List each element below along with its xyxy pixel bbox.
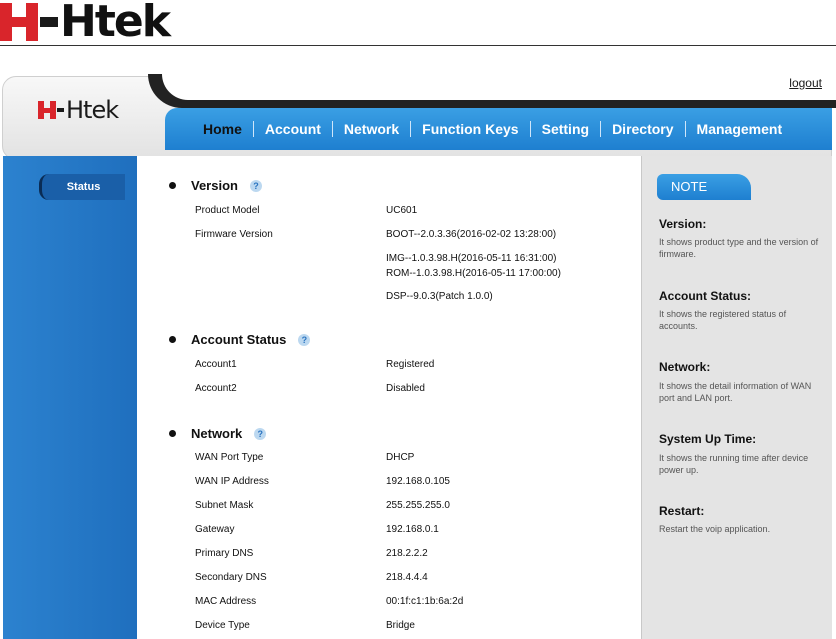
row-value: 192.168.0.105 [386, 476, 450, 487]
sidebar: Status [3, 156, 137, 639]
note-text: It shows the running time after device p… [659, 453, 809, 475]
bullet-icon [169, 430, 176, 437]
status-content: Version ? Product Model UC601 Firmware V… [137, 156, 641, 639]
bullet-icon [169, 336, 176, 343]
row-label: Gateway [195, 524, 235, 535]
row-label: Firmware Version [195, 229, 273, 240]
logout-link[interactable]: logout [789, 76, 822, 90]
row-label: MAC Address [195, 596, 257, 607]
note-heading: System Up Time: [659, 432, 757, 446]
nav-directory[interactable]: Directory [600, 121, 684, 137]
row-value: Bridge [386, 620, 415, 631]
help-icon[interactable]: ? [298, 333, 311, 346]
nav-function-keys[interactable]: Function Keys [410, 121, 529, 137]
nav-network[interactable]: Network [331, 121, 410, 137]
main-nav: Home Account Network Function Keys Setti… [165, 108, 832, 150]
note-heading: Restart: [659, 504, 705, 518]
note-heading: Account Status: [659, 289, 752, 303]
row-value: UC601 [386, 205, 418, 216]
row-label: Account2 [195, 383, 237, 394]
nav-account[interactable]: Account [252, 121, 332, 137]
row-label: Account1 [195, 359, 237, 370]
section-title: Account Status [191, 332, 287, 347]
row-value: 218.4.4.4 [386, 572, 428, 583]
sidebar-item-status[interactable]: Status [39, 174, 125, 200]
row-value: Disabled [386, 383, 425, 394]
row-value: 00:1f:c1:1b:6a:2d [386, 596, 464, 607]
section-title: Version [191, 178, 238, 193]
firmware-dsp: DSP--9.0.3(Patch 1.0.0) [386, 291, 493, 302]
nav-setting[interactable]: Setting [529, 121, 600, 137]
note-heading: Network: [659, 360, 711, 374]
header-logo-word: Htek [66, 96, 119, 124]
row-value: Registered [386, 359, 435, 370]
section-account-status: Account Status ? [169, 332, 311, 347]
notes-panel: NOTE Version: It shows product type and … [641, 156, 832, 639]
row-value: DHCP [386, 452, 415, 463]
section-network: Network ? [169, 426, 267, 441]
row-value: 192.168.0.1 [386, 524, 439, 535]
firmware-img: IMG--1.0.3.98.H(2016-05-11 16:31:00) [386, 253, 557, 264]
doc-logo-word: Htek [60, 0, 171, 47]
firmware-boot: BOOT--2.0.3.36(2016-02-02 13:28:00) [386, 229, 557, 240]
firmware-rom: ROM--1.0.3.98.H(2016-05-11 17:00:00) [386, 268, 561, 279]
nav-management[interactable]: Management [684, 121, 794, 137]
nav-home[interactable]: Home [193, 121, 253, 137]
row-label: WAN IP Address [195, 476, 269, 487]
row-label: WAN Port Type [195, 452, 264, 463]
htek-logo-mark-icon [0, 3, 58, 41]
doc-divider [0, 45, 836, 46]
note-tab: NOTE [657, 174, 751, 200]
row-label: Subnet Mask [195, 500, 254, 511]
web-ui-frame: logout Htek Home Account Network Functio… [0, 70, 836, 639]
section-title: Network [191, 426, 243, 441]
note-text: Restart the voip application. [659, 524, 771, 534]
help-icon[interactable]: ? [254, 427, 267, 440]
bullet-icon [169, 182, 176, 189]
row-label: Device Type [195, 620, 250, 631]
note-heading: Version: [659, 217, 707, 231]
htek-logo-icon [38, 101, 64, 119]
note-text: It shows the detail information of WAN p… [659, 381, 812, 403]
row-label: Product Model [195, 205, 260, 216]
note-text: It shows product type and the version of… [659, 237, 819, 259]
row-label: Primary DNS [195, 548, 254, 559]
row-value: 255.255.255.0 [386, 500, 450, 511]
row-label: Secondary DNS [195, 572, 267, 583]
header-logo: Htek [38, 96, 119, 124]
row-value: 218.2.2.2 [386, 548, 428, 559]
doc-logo: Htek [0, 0, 171, 47]
note-text: It shows the registered status of accoun… [659, 309, 787, 331]
help-icon[interactable]: ? [249, 179, 262, 192]
section-version: Version ? [169, 178, 262, 193]
